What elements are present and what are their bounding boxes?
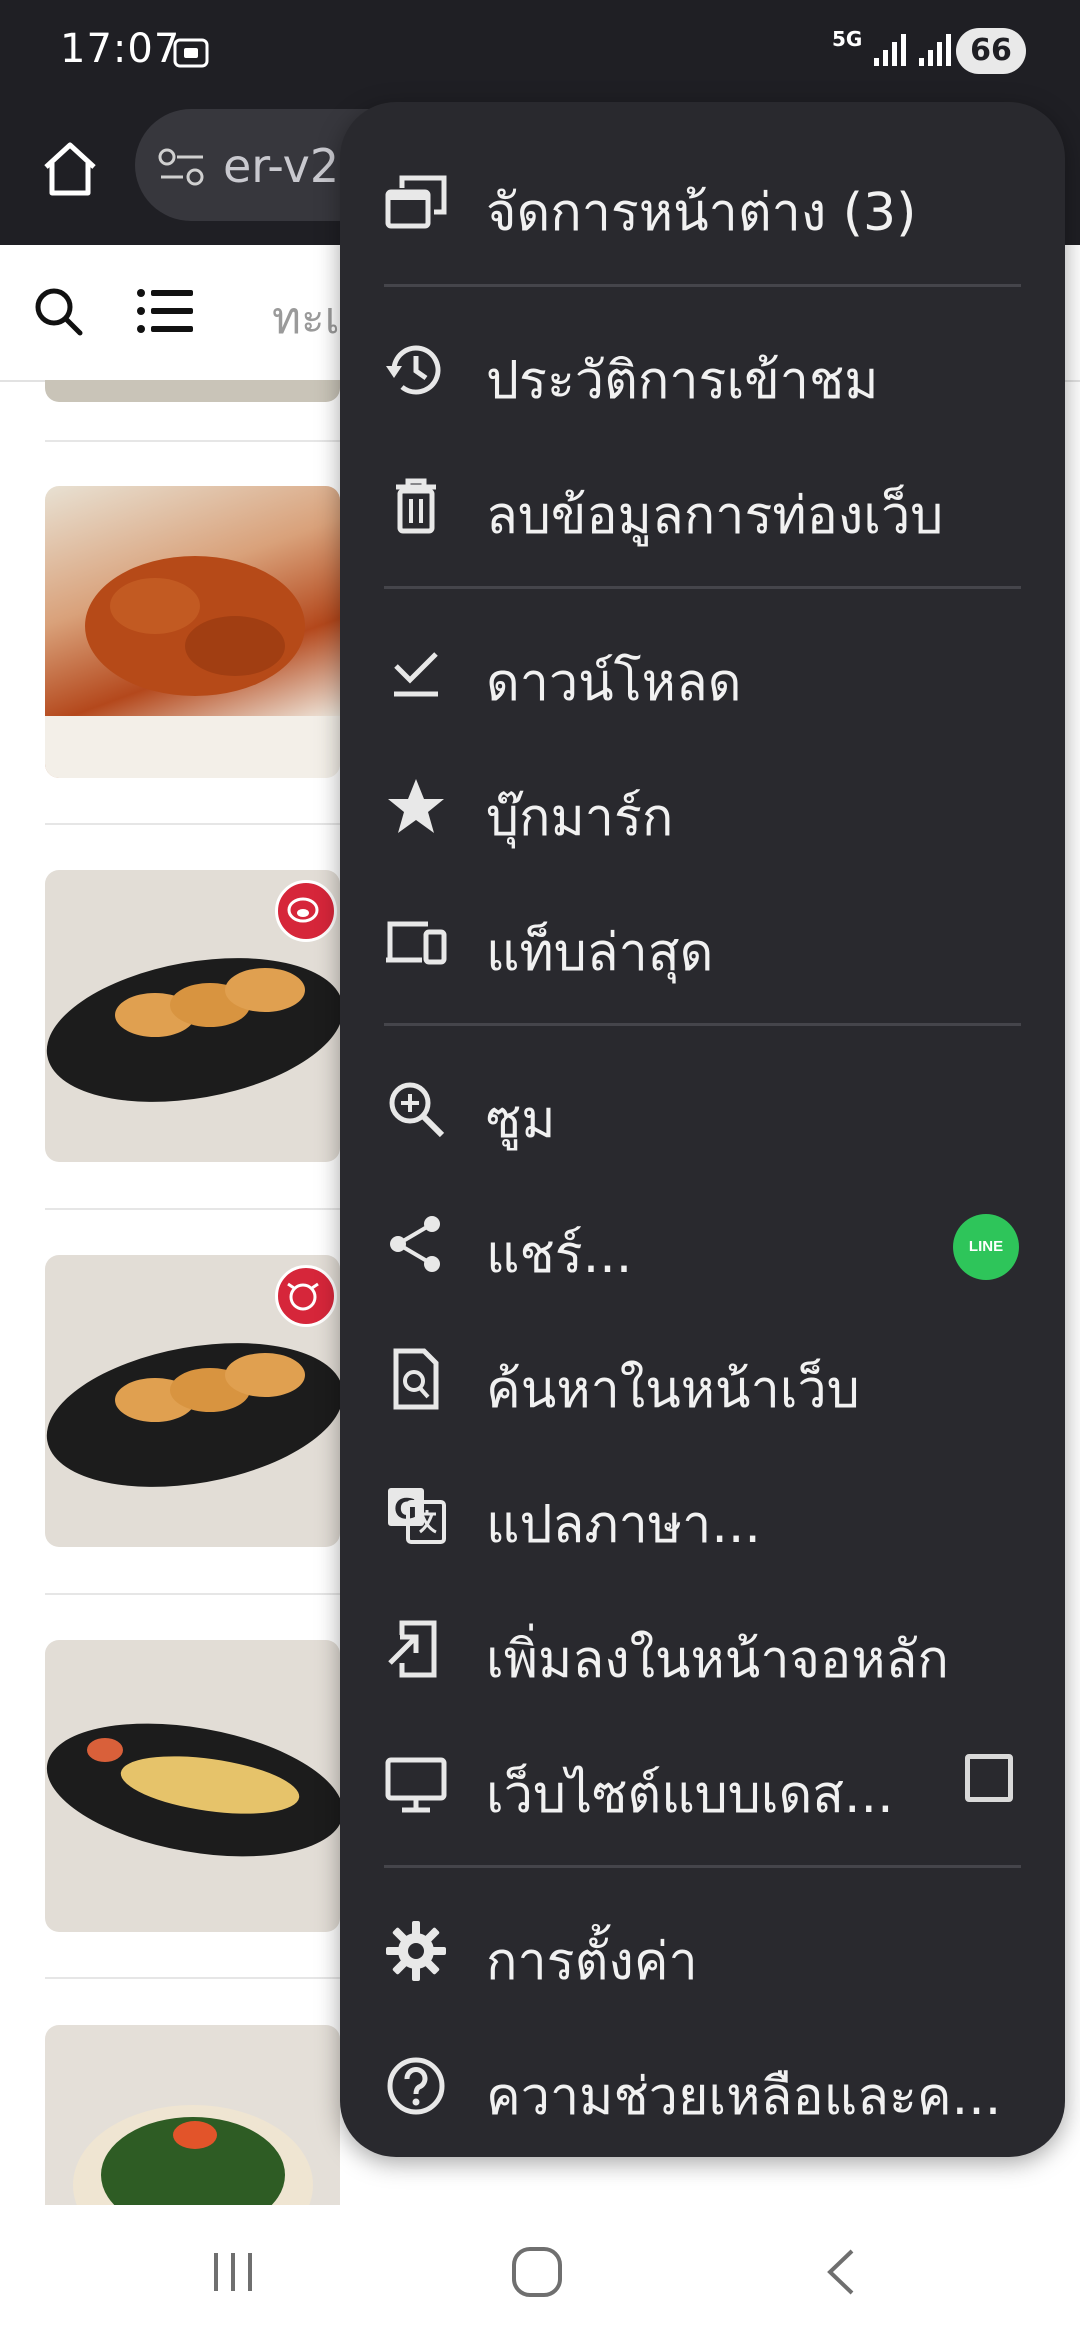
back-icon[interactable] <box>820 2247 860 2297</box>
list-item-image[interactable] <box>45 2025 340 2205</box>
menu-label: แชร์... <box>486 1225 633 1285</box>
list-divider <box>45 1977 345 1979</box>
list-item-image[interactable] <box>45 486 340 778</box>
battery-indicator: 66 <box>956 28 1026 74</box>
find-in-page-icon <box>393 1348 439 1410</box>
menu-item-desktop-site[interactable]: เว็บไซต์แบบเดส... <box>340 1724 1065 1844</box>
desktop-icon <box>385 1757 447 1813</box>
gear-icon <box>386 1921 446 1981</box>
menu-item-manage-windows[interactable]: จัดการหน้าต่าง (3) <box>340 142 1065 262</box>
menu-label: ค้นหาในหน้าเว็บ <box>486 1360 860 1420</box>
menu-item-clear-data[interactable]: ลบข้อมูลการท่องเว็บ <box>340 445 1065 565</box>
list-divider <box>45 440 345 442</box>
status-bar: 17:07 5G 66 <box>0 0 1080 105</box>
line-app-icon[interactable]: LINE <box>953 1214 1019 1280</box>
history-icon <box>386 345 441 395</box>
menu-label: ความช่วยเหลือและค... <box>486 2067 1002 2127</box>
menu-item-add-to-home[interactable]: เพิ่มลงในหน้าจอหลัก <box>340 1589 1065 1709</box>
beef-badge <box>275 1265 337 1327</box>
translate-icon: G <box>388 1488 446 1544</box>
cow-icon <box>287 1282 319 1311</box>
recent-apps-icon[interactable] <box>208 2247 258 2297</box>
pig-icon <box>287 897 319 923</box>
menu-label: แท็บล่าสุด <box>486 923 714 983</box>
menu-item-bookmarks[interactable]: บุ๊กมาร์ก <box>340 747 1065 867</box>
trash-icon <box>396 478 436 534</box>
menu-label: เว็บไซต์แบบเดส... <box>486 1765 894 1825</box>
menu-divider <box>384 1865 1021 1868</box>
windows-icon <box>385 175 447 229</box>
share-icon <box>390 1216 440 1272</box>
pork-badge <box>275 880 337 942</box>
tune-icon[interactable] <box>157 147 207 187</box>
status-time: 17:07 <box>60 26 181 72</box>
devices-icon <box>386 921 447 965</box>
menu-label: ดาวน์โหลด <box>486 653 742 713</box>
network-type-label: 5G <box>832 27 863 51</box>
menu-label: ซูม <box>486 1090 556 1150</box>
menu-label: แปลภาษา... <box>486 1495 761 1555</box>
signal-icon <box>919 34 951 66</box>
menu-item-find-in-page[interactable]: ค้นหาในหน้าเว็บ <box>340 1319 1065 1439</box>
menu-label: เพิ่มลงในหน้าจอหลัก <box>486 1630 949 1690</box>
menu-label: ลบข้อมูลการท่องเว็บ <box>486 486 944 546</box>
menu-item-recent-tabs[interactable]: แท็บล่าสุด <box>340 882 1065 1002</box>
menu-label: ประวัติการเข้าชม <box>486 351 879 411</box>
menu-item-help[interactable]: ความช่วยเหลือและค... <box>340 2026 1065 2146</box>
menu-label: การตั้งค่า <box>486 1932 698 1992</box>
signal-icon <box>874 34 906 66</box>
svg-text:G: G <box>394 1492 417 1525</box>
menu-divider <box>384 586 1021 589</box>
search-icon[interactable] <box>30 283 86 339</box>
home-icon[interactable] <box>38 137 102 201</box>
list-item-image[interactable] <box>45 380 340 402</box>
help-icon <box>387 2057 445 2115</box>
list-divider <box>45 823 345 825</box>
screenshot-icon <box>173 38 209 68</box>
list-item-image[interactable] <box>45 1640 340 1932</box>
overflow-menu: จัดการหน้าต่าง (3) ประวัติการเข้าชม ลบข้… <box>340 102 1065 2157</box>
desktop-site-checkbox[interactable] <box>965 1754 1013 1802</box>
star-icon <box>388 779 444 833</box>
menu-item-history[interactable]: ประวัติการเข้าชม <box>340 310 1065 430</box>
download-done-icon <box>394 652 438 697</box>
list-divider <box>45 1208 345 1210</box>
menu-label: บุ๊กมาร์ก <box>486 788 674 848</box>
menu-item-zoom[interactable]: ซูม <box>340 1049 1065 1169</box>
menu-divider <box>384 284 1021 287</box>
menu-divider <box>384 1023 1021 1026</box>
menu-label: จัดการหน้าต่าง (3) <box>486 183 917 243</box>
menu-item-share[interactable]: แชร์... LINE <box>340 1184 1065 1304</box>
list-icon[interactable] <box>135 285 195 337</box>
url-text[interactable]: er-v2 <box>223 139 339 193</box>
system-nav-bar <box>0 2205 1080 2340</box>
add-to-home-icon <box>388 1620 437 1678</box>
menu-item-downloads[interactable]: ดาวน์โหลด <box>340 612 1065 732</box>
list-divider <box>45 1593 345 1595</box>
menu-item-translate[interactable]: G แปลภาษา... <box>340 1454 1065 1574</box>
zoom-in-icon <box>389 1082 445 1138</box>
home-nav-icon[interactable] <box>510 2245 564 2299</box>
menu-item-settings[interactable]: การตั้งค่า <box>340 1891 1065 2011</box>
